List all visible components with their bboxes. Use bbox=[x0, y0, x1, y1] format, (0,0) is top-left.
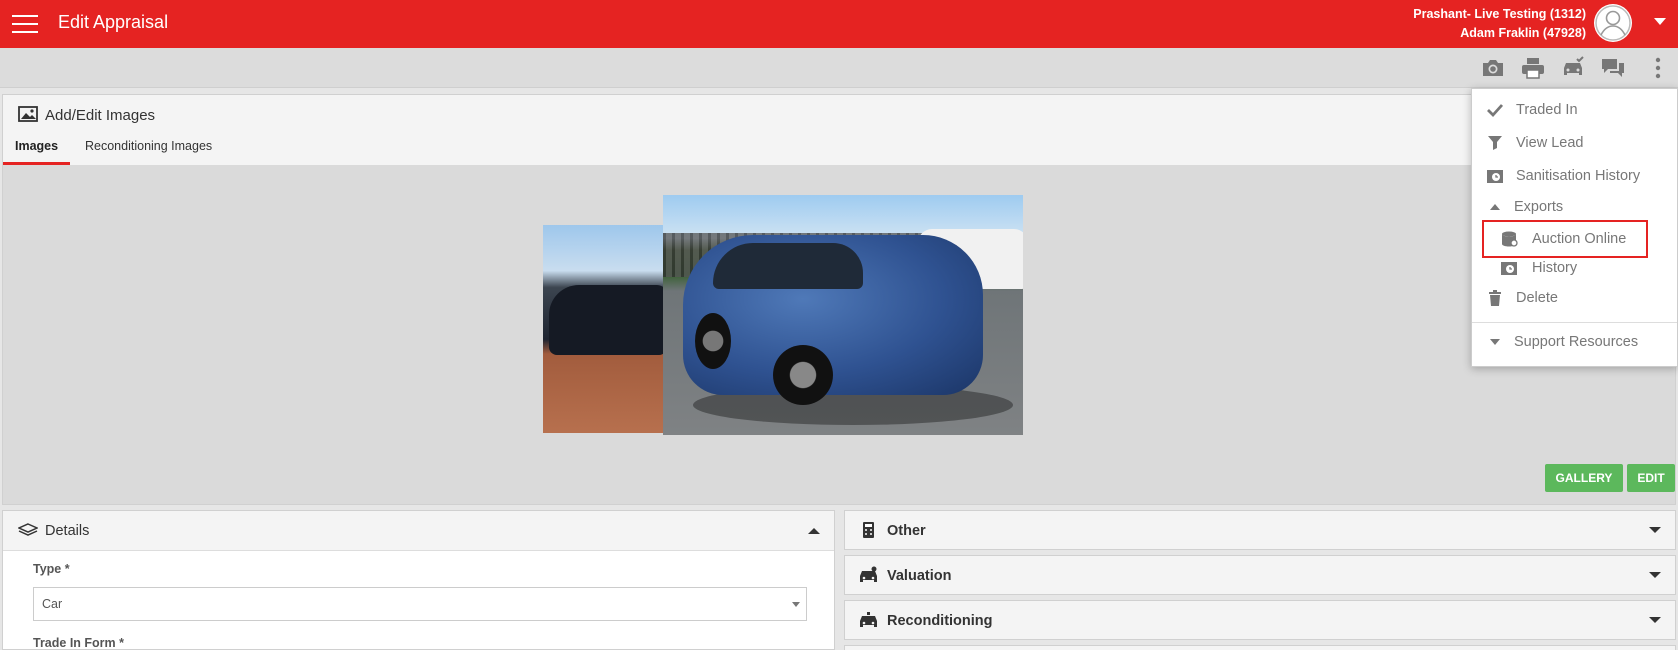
vehicle-photo-thumbnail[interactable] bbox=[543, 225, 667, 433]
page-title: Edit Appraisal bbox=[58, 12, 169, 32]
accordion-reconditioning-title: Reconditioning bbox=[887, 613, 993, 629]
menu-item-support-resources[interactable]: Support Resources bbox=[1472, 327, 1677, 357]
user-info: Prashant- Live Testing (1312) Adam Frakl… bbox=[1413, 5, 1586, 43]
photo-rear-wheel bbox=[695, 313, 731, 369]
car-wrench-icon bbox=[860, 612, 877, 627]
photo-front-wheel bbox=[773, 345, 833, 405]
caret-up-icon bbox=[1490, 204, 1500, 210]
images-panel-header: Add/Edit Images Images Reconditioning Im… bbox=[3, 95, 1675, 165]
menu-item-label: Exports bbox=[1514, 199, 1564, 215]
accordion-other[interactable]: Other bbox=[844, 510, 1676, 550]
expand-caret-down-icon[interactable] bbox=[1649, 617, 1661, 623]
tab-images[interactable]: Images bbox=[3, 135, 71, 165]
top-bar: Edit Appraisal Prashant- Live Testing (1… bbox=[0, 0, 1678, 48]
menu-divider bbox=[1472, 322, 1677, 323]
menu-item-label: History bbox=[1532, 260, 1578, 276]
accordion-other-title: Other bbox=[887, 523, 926, 539]
menu-item-label: View Lead bbox=[1516, 135, 1584, 151]
accordion-valuation[interactable]: Valuation bbox=[844, 555, 1676, 595]
vehicle-photo-main[interactable] bbox=[663, 195, 1023, 435]
menu-item-sanitisation-history[interactable]: Sanitisation History bbox=[1472, 161, 1677, 191]
menu-item-label: Delete bbox=[1516, 290, 1558, 306]
menu-item-traded-in[interactable]: Traded In bbox=[1472, 95, 1677, 125]
tab-reconditioning-images[interactable]: Reconditioning Images bbox=[73, 135, 224, 165]
type-label: Type * bbox=[33, 562, 70, 576]
funnel-icon bbox=[1488, 136, 1502, 150]
type-select[interactable]: Car bbox=[33, 587, 807, 621]
car-check-icon[interactable] bbox=[1560, 56, 1586, 80]
accordion-valuation-title: Valuation bbox=[887, 568, 952, 584]
user-avatar-icon bbox=[1595, 5, 1631, 41]
photo-car-shape bbox=[549, 285, 667, 355]
menu-item-label: Traded In bbox=[1516, 102, 1578, 118]
layers-icon bbox=[18, 523, 38, 536]
car-dollar-icon bbox=[860, 566, 877, 582]
gallery-button[interactable]: GALLERY bbox=[1545, 464, 1623, 492]
history-icon bbox=[1487, 170, 1503, 183]
toolbar bbox=[0, 48, 1678, 88]
avatar[interactable] bbox=[1594, 4, 1632, 42]
expand-caret-down-icon[interactable] bbox=[1649, 572, 1661, 578]
type-select-value: Car bbox=[42, 597, 63, 611]
photo-car-window bbox=[713, 243, 863, 289]
edit-button[interactable]: EDIT bbox=[1627, 464, 1675, 492]
menu-item-exports[interactable]: Exports bbox=[1472, 192, 1677, 222]
highlight-box bbox=[1482, 220, 1648, 258]
chat-icon[interactable] bbox=[1600, 56, 1626, 80]
camera-icon[interactable] bbox=[1480, 56, 1506, 80]
menu-item-label: Support Resources bbox=[1514, 334, 1639, 350]
accordion-next-partial bbox=[844, 645, 1676, 650]
image-icon bbox=[18, 106, 38, 122]
expand-caret-down-icon[interactable] bbox=[1649, 527, 1661, 533]
details-panel-title: Details bbox=[45, 523, 90, 539]
trash-icon bbox=[1489, 290, 1501, 306]
collapse-caret-up-icon[interactable] bbox=[808, 528, 820, 534]
images-panel-title: Add/Edit Images bbox=[45, 107, 156, 124]
calculator-icon bbox=[863, 522, 874, 538]
hamburger-menu-icon[interactable] bbox=[12, 15, 38, 33]
check-icon bbox=[1487, 104, 1504, 118]
select-chevron-down-icon bbox=[792, 602, 800, 607]
accordion-reconditioning[interactable]: Reconditioning bbox=[844, 600, 1676, 640]
menu-item-view-lead[interactable]: View Lead bbox=[1472, 128, 1677, 158]
trade-in-form-label: Trade In Form * bbox=[33, 636, 124, 650]
caret-down-icon bbox=[1490, 339, 1500, 345]
menu-item-delete[interactable]: Delete bbox=[1472, 283, 1677, 313]
images-panel: Add/Edit Images Images Reconditioning Im… bbox=[2, 94, 1676, 505]
details-panel: Details Type * Car Trade In Form * bbox=[2, 510, 835, 650]
history-icon bbox=[1501, 262, 1517, 275]
more-vertical-icon[interactable] bbox=[1645, 56, 1671, 80]
user-dealer-line: Prashant- Live Testing (1312) bbox=[1413, 7, 1586, 21]
details-panel-header[interactable]: Details bbox=[3, 511, 834, 551]
user-menu-chevron-down-icon[interactable] bbox=[1654, 18, 1666, 25]
menu-item-label: Sanitisation History bbox=[1516, 168, 1641, 184]
more-options-menu: Traded In View Lead Sanitisation History… bbox=[1471, 88, 1678, 367]
user-name-line: Adam Fraklin (47928) bbox=[1460, 26, 1586, 40]
print-icon[interactable] bbox=[1520, 56, 1546, 80]
